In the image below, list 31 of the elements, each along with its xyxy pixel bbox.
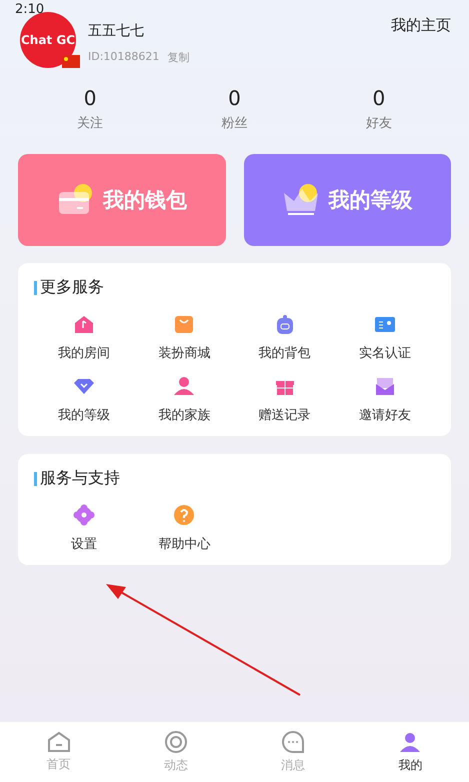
stat-label[interactable]: 关注 <box>77 114 104 132</box>
flag-icon <box>62 55 80 68</box>
service-item[interactable]: 帮助中心 <box>134 503 234 553</box>
settings-icon <box>71 503 98 527</box>
nav-tab[interactable]: 我的 <box>352 722 469 782</box>
service-item[interactable]: 我的等级 <box>34 374 134 424</box>
service-item[interactable]: 我的房间 <box>34 312 134 362</box>
service-item[interactable]: 我的背包 <box>234 312 335 362</box>
user-id: ID:10188621 <box>88 50 160 65</box>
stat-count[interactable]: 0 <box>228 86 241 110</box>
user-name: 五五七七 <box>88 22 145 40</box>
stat-count[interactable]: 0 <box>84 86 97 110</box>
service-item[interactable]: 设置 <box>34 503 134 553</box>
stat-label[interactable]: 粉丝 <box>221 114 248 132</box>
service-item[interactable]: 实名认证 <box>334 312 435 362</box>
section-title: 服务与支持 <box>40 468 120 489</box>
stat-count[interactable]: 0 <box>372 86 386 110</box>
person-icon <box>398 730 422 754</box>
service-item[interactable]: 我的家族 <box>134 374 234 424</box>
title-accent-bar <box>34 472 37 486</box>
chat-icon <box>281 730 306 754</box>
circle-icon <box>164 730 188 754</box>
avatar-logo-text: Chat GC <box>20 33 76 47</box>
home-icon <box>46 731 71 753</box>
service-item[interactable]: 赠送记录 <box>234 374 335 424</box>
profile-home-link[interactable]: 我的主页 <box>391 12 451 35</box>
service-item[interactable]: 装扮商城 <box>134 312 234 362</box>
service-item[interactable]: 邀请好友 <box>334 374 435 424</box>
stat-label[interactable]: 好友 <box>366 114 392 132</box>
section-title: 更多服务 <box>40 277 104 298</box>
title-accent-bar <box>34 280 37 294</box>
